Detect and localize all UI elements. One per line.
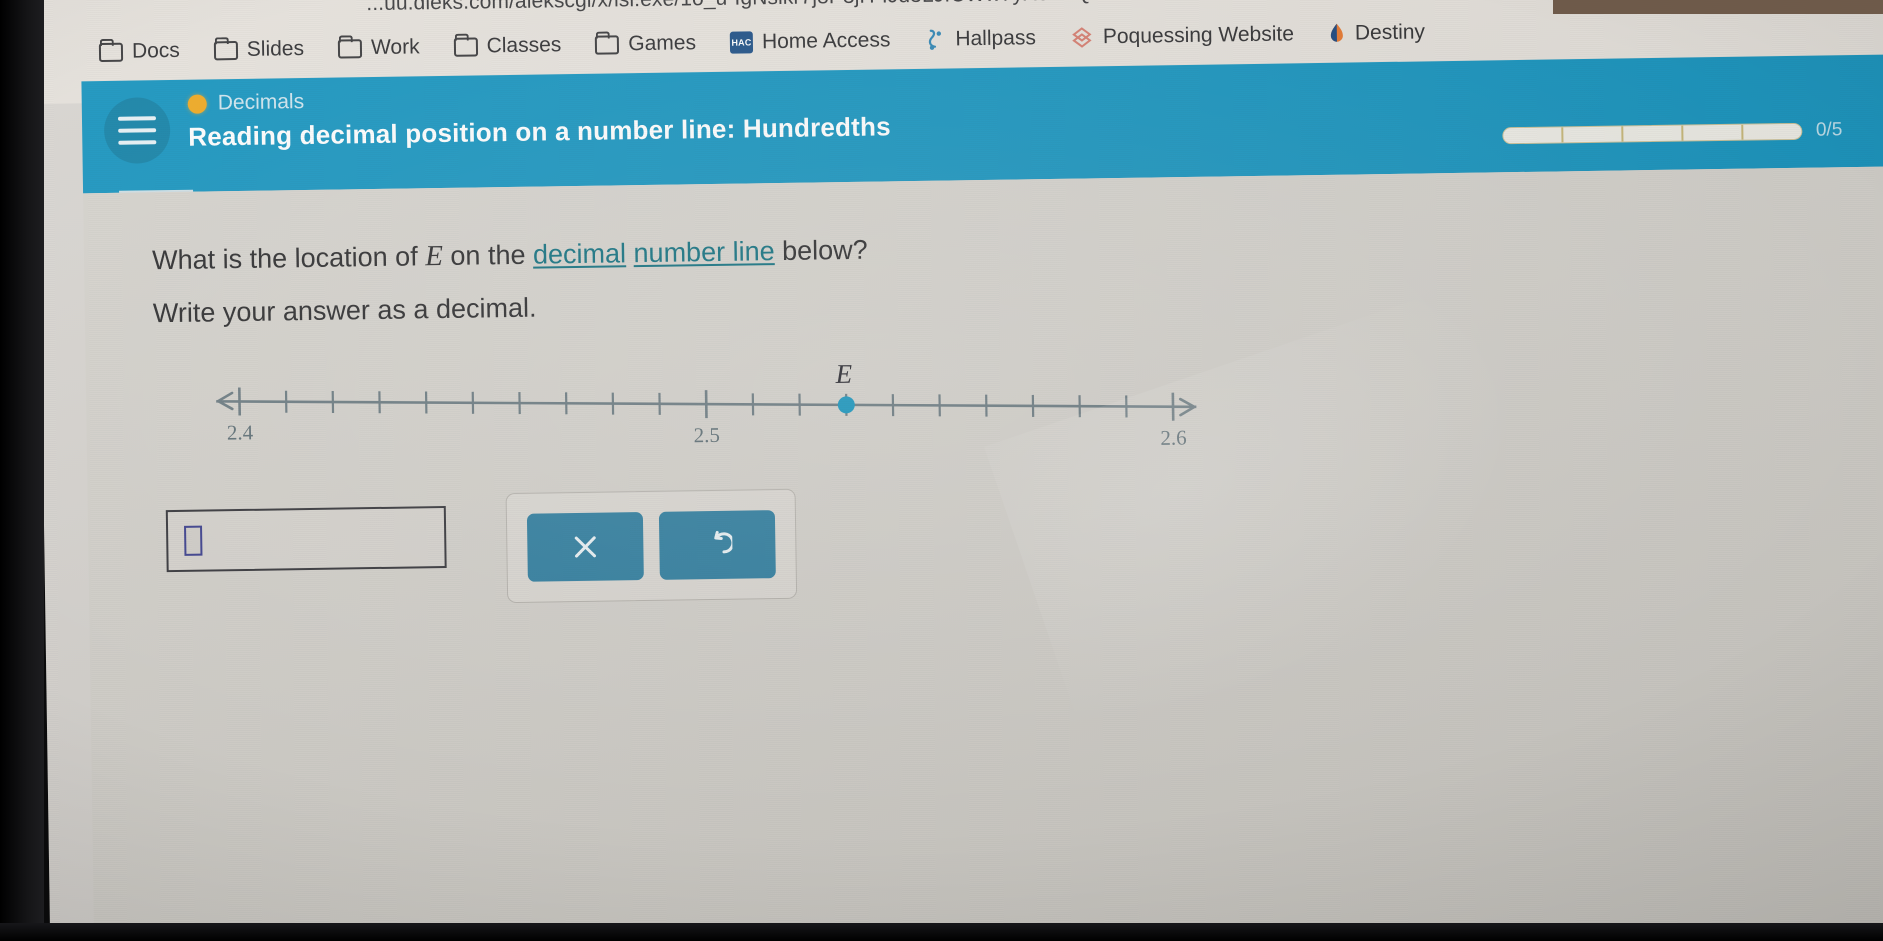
bookmark-label: Work xyxy=(370,35,420,60)
empty-answer-box-icon xyxy=(184,525,203,556)
link-decimal[interactable]: decimal xyxy=(533,238,626,269)
link-number-line[interactable]: number line xyxy=(633,236,775,268)
topic-row: Decimals xyxy=(187,90,305,116)
hallpass-icon xyxy=(924,28,946,52)
answer-tool-panel xyxy=(505,488,798,604)
bookmark-star-icon[interactable] xyxy=(1428,0,1458,3)
progress-segment xyxy=(1682,124,1744,141)
poquessing-icon xyxy=(1070,25,1094,49)
number-line-point xyxy=(837,396,855,414)
bookmark-work[interactable]: Work xyxy=(336,29,422,66)
hac-icon: HAC xyxy=(729,31,754,54)
progress-segment xyxy=(1622,125,1684,141)
bookmark-label: Games xyxy=(628,31,697,56)
progress-text: 0/5 xyxy=(1815,119,1843,141)
topic-label: Decimals xyxy=(217,90,305,115)
bookmark-slides[interactable]: Slides xyxy=(212,31,307,68)
bookmark-label: Slides xyxy=(246,37,305,61)
bookmark-home-access[interactable]: HAC Home Access xyxy=(728,22,893,60)
axis-tick-label: 2.6 xyxy=(1160,426,1187,450)
decimal-number-line-figure: 2.4 2.5 2.6 E xyxy=(176,344,1238,470)
topic-status-dot-icon xyxy=(187,93,207,114)
number-line-svg: 2.4 2.5 2.6 E xyxy=(216,359,1197,450)
progress-indicator: 0/5 xyxy=(1501,119,1843,146)
bookmark-destiny[interactable]: Destiny xyxy=(1326,14,1428,51)
progress-bar xyxy=(1501,122,1803,144)
desk-edge xyxy=(1553,0,1883,14)
undo-arrow-icon xyxy=(702,530,733,560)
axis-tick-label: 2.5 xyxy=(693,423,720,447)
bookmark-label: Hallpass xyxy=(955,26,1037,51)
bookmark-classes[interactable]: Classes xyxy=(451,27,563,65)
folder-icon xyxy=(338,39,362,58)
question-text-part: below? xyxy=(774,234,868,267)
question-content: What is the location of E on the decimal… xyxy=(83,166,1883,941)
question-text-line-2: Write your answer as a decimal. xyxy=(152,292,537,329)
screen-bezel-bottom xyxy=(0,923,1883,941)
progress-segment xyxy=(1743,123,1801,139)
progress-segment xyxy=(1502,126,1564,143)
laptop-screen-photo: ...uu.dieks.com/alekscgi/x/lsl.exe/1o_u-… xyxy=(0,0,1883,941)
browser-window: ...uu.dieks.com/alekscgi/x/lsl.exe/1o_u-… xyxy=(36,0,1883,941)
question-text-line-1: What is the location of E on the decimal… xyxy=(152,234,868,278)
times-icon xyxy=(570,532,600,562)
question-text-part: on the xyxy=(442,239,534,271)
axis-tick-label: 2.4 xyxy=(227,420,254,444)
bookmark-label: Home Access xyxy=(761,28,891,54)
folder-icon xyxy=(595,35,619,54)
lesson-title: Reading decimal position on a number lin… xyxy=(188,111,891,152)
bookmark-label: Docs xyxy=(131,38,181,63)
folder-icon xyxy=(453,37,477,56)
clear-button[interactable] xyxy=(526,512,644,582)
bookmark-label: Poquessing Website xyxy=(1102,22,1295,49)
undo-button[interactable] xyxy=(658,510,776,580)
bookmark-poquessing-website[interactable]: Poquessing Website xyxy=(1068,16,1297,55)
question-text-part: What is the location of xyxy=(151,241,426,276)
bookmark-games[interactable]: Games xyxy=(593,25,698,63)
hamburger-menu-icon[interactable] xyxy=(103,97,171,165)
question-variable: E xyxy=(424,239,444,273)
bookmark-docs[interactable]: Docs xyxy=(97,33,182,70)
bookmark-hallpass[interactable]: Hallpass xyxy=(922,20,1038,58)
screen-bezel-left xyxy=(0,0,44,941)
destiny-icon xyxy=(1328,22,1346,46)
bookmark-label: Classes xyxy=(486,33,562,58)
bookmark-label: Destiny xyxy=(1354,20,1426,45)
folder-icon xyxy=(99,42,123,61)
folder-icon xyxy=(214,41,238,60)
number-line-point-label: E xyxy=(834,359,852,389)
answer-input[interactable] xyxy=(165,505,447,573)
progress-segment xyxy=(1562,125,1624,142)
